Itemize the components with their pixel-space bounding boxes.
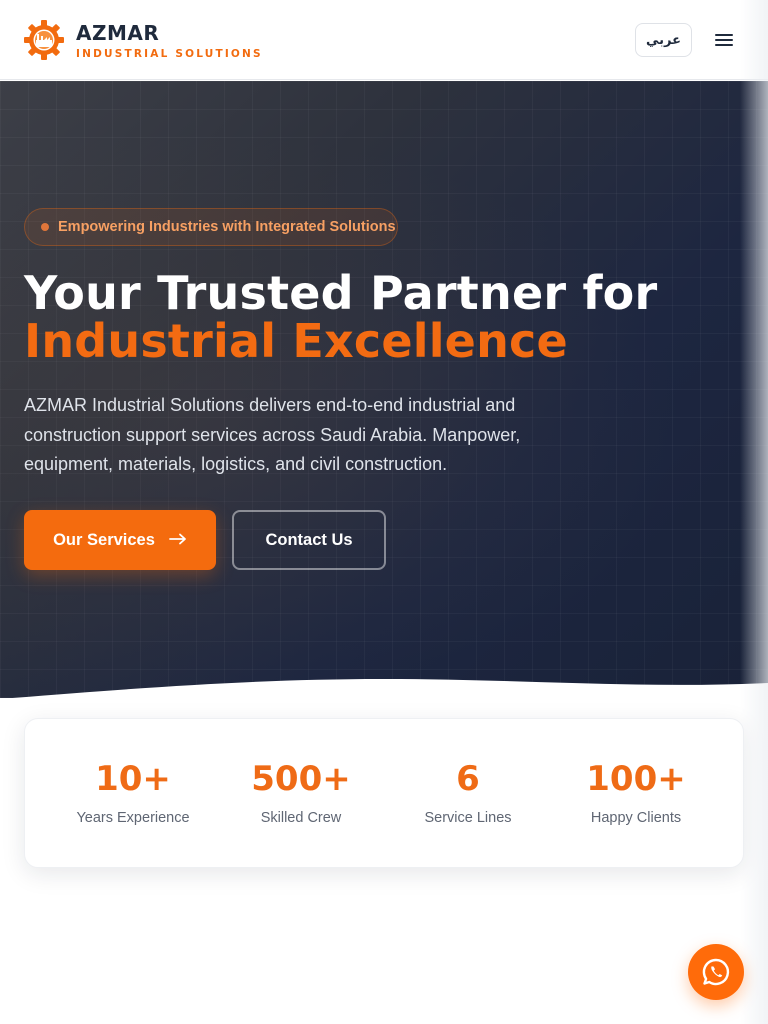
stat-value: 6 (456, 759, 480, 799)
stat-item: 100+ Happy Clients (552, 719, 720, 869)
stat-label: Happy Clients (590, 810, 682, 826)
stat-item: 6 Service Lines (384, 719, 552, 869)
hero-tagline-badge: Empowering Industries with Integrated So… (24, 208, 398, 246)
stat-label: Service Lines (424, 810, 512, 826)
stats-card: 10+ Years Experience 500+ Skilled Crew 6… (24, 718, 744, 868)
stat-label: Years Experience (76, 810, 190, 826)
contact-us-button[interactable]: Contact Us (232, 510, 386, 570)
hero-description: AZMAR Industrial Solutions delivers end-… (24, 395, 521, 474)
language-toggle-button[interactable]: عربي (635, 23, 692, 57)
brand-subtitle: INDUSTRIAL SOLUTIONS (76, 48, 263, 60)
whatsapp-icon[interactable] (688, 944, 744, 1000)
hero-title-line2: Industrial Excellence (24, 314, 568, 368)
hero-glow (0, 81, 768, 698)
hero-title: Your Trusted Partner for Industrial Exce… (24, 269, 657, 365)
stat-item: 10+ Years Experience (49, 719, 217, 869)
hero-title-line1: Your Trusted Partner for (24, 266, 658, 320)
stat-label: Skilled Crew (260, 810, 342, 826)
stat-value: 10+ (95, 759, 171, 799)
arrow-right-icon (169, 531, 187, 550)
tagline-text: Empowering Industries with Integrated So… (58, 219, 396, 235)
site-header: AZMAR INDUSTRIAL SOLUTIONS عربي (0, 0, 768, 80)
stat-value: 500+ (251, 759, 351, 799)
tagline-dot-icon (41, 223, 49, 231)
our-services-button[interactable]: Our Services (24, 510, 216, 570)
hero-wave-divider (12, 679, 768, 698)
brand[interactable]: AZMAR INDUSTRIAL SOLUTIONS (76, 22, 263, 60)
hamburger-menu-icon[interactable] (710, 28, 738, 52)
stat-item: 500+ Skilled Crew (217, 719, 385, 869)
brand-logo-icon[interactable] (24, 20, 64, 60)
brand-name: AZMAR (76, 21, 160, 45)
our-services-label: Our Services (53, 530, 155, 549)
hero-section: Empowering Industries with Integrated So… (0, 81, 768, 698)
stat-value: 100+ (586, 759, 686, 799)
